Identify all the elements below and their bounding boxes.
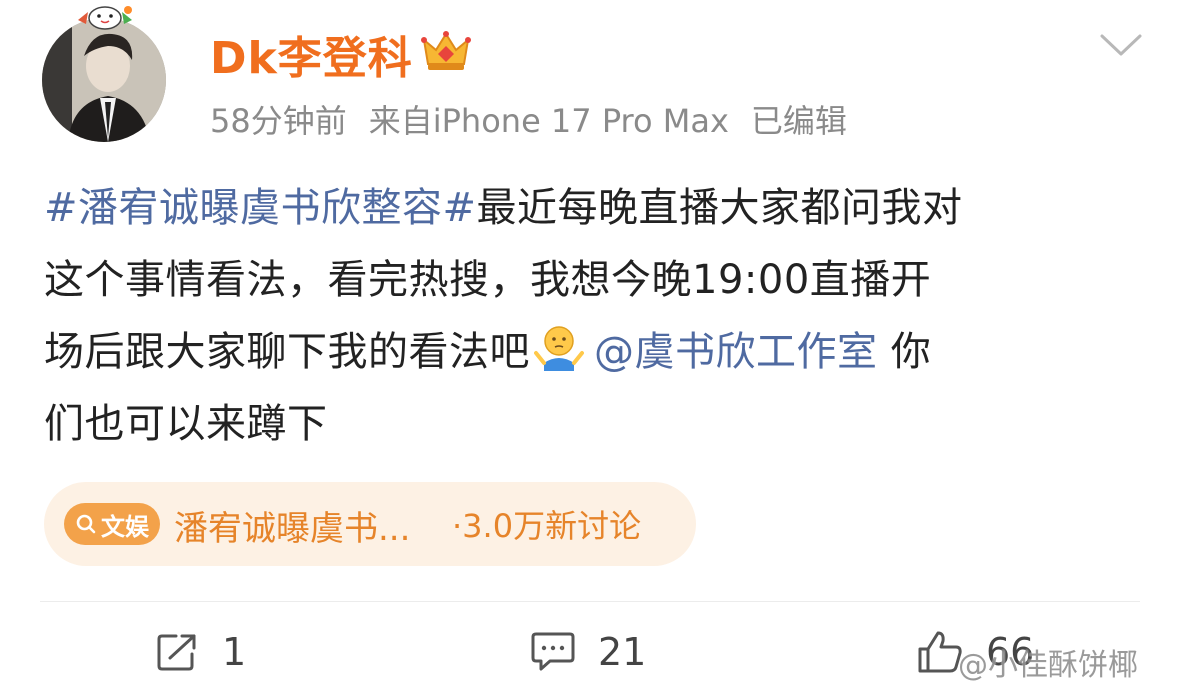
comment-button[interactable]: 21 (530, 624, 646, 680)
trend-discussion-count: ·3.0万新讨论 (452, 507, 642, 545)
repost-count: 1 (222, 630, 247, 674)
repost-button[interactable]: 1 (156, 624, 246, 680)
trend-topic-title: 潘宥诚曝虞书... (174, 509, 411, 549)
post-text-segment: 你 (877, 329, 932, 375)
trending-topic-card[interactable]: 文娱 潘宥诚曝虞书... ·3.0万新讨论 (44, 482, 696, 566)
avatar[interactable] (42, 18, 166, 142)
post-text-segment: 最近每晚直播大家都问我对 (476, 185, 963, 231)
comment-icon (531, 632, 575, 671)
chevron-down-icon[interactable] (1098, 30, 1144, 60)
search-icon (76, 514, 96, 534)
comment-count: 21 (598, 630, 647, 674)
post-meta: 58分钟前 来自iPhone 17 Pro Max 已编辑 (210, 96, 847, 142)
post-line-2: 这个事情看法，看完热搜，我想今晚19:00直播开 (44, 257, 932, 303)
trend-category-badge: 文娱 (64, 503, 160, 545)
post-text-segment: 场后跟大家聊下我的看法吧 (44, 329, 530, 375)
trend-category-label: 文娱 (101, 512, 149, 541)
post-line-1: #潘宥诚曝虞书欣整容#最近每晚直播大家都问我对 (44, 172, 1144, 244)
repost-icon (157, 634, 196, 671)
divider (40, 601, 1140, 602)
post-line-4: 们也可以来蹲下 (44, 401, 328, 447)
edited-label[interactable]: 已编辑 (751, 102, 847, 140)
post-source[interactable]: 来自iPhone 17 Pro Max (369, 102, 729, 140)
vip-crown-icon[interactable] (420, 30, 472, 74)
hashtag-link[interactable]: #潘宥诚曝虞书欣整容# (44, 185, 477, 231)
mention-link[interactable]: @虞书欣工作室 (594, 329, 878, 375)
shrug-emoji-icon (534, 323, 584, 373)
post-time: 58分钟前 (210, 102, 347, 140)
thumbs-up-icon (918, 631, 962, 673)
post-line-3: 场后跟大家聊下我的看法吧 @虞书欣工作室 你 (44, 316, 1144, 388)
post-text: #潘宥诚曝虞书欣整容#最近每晚直播大家都问我对 这个事情看法，看完热搜，我想今晚… (44, 172, 1144, 460)
avatar-pendant-icon (72, 0, 138, 30)
author-name[interactable]: Dk李登科 (210, 22, 413, 86)
watermark: @小佳酥饼椰 (958, 648, 1138, 683)
avatar-photo (42, 18, 166, 142)
